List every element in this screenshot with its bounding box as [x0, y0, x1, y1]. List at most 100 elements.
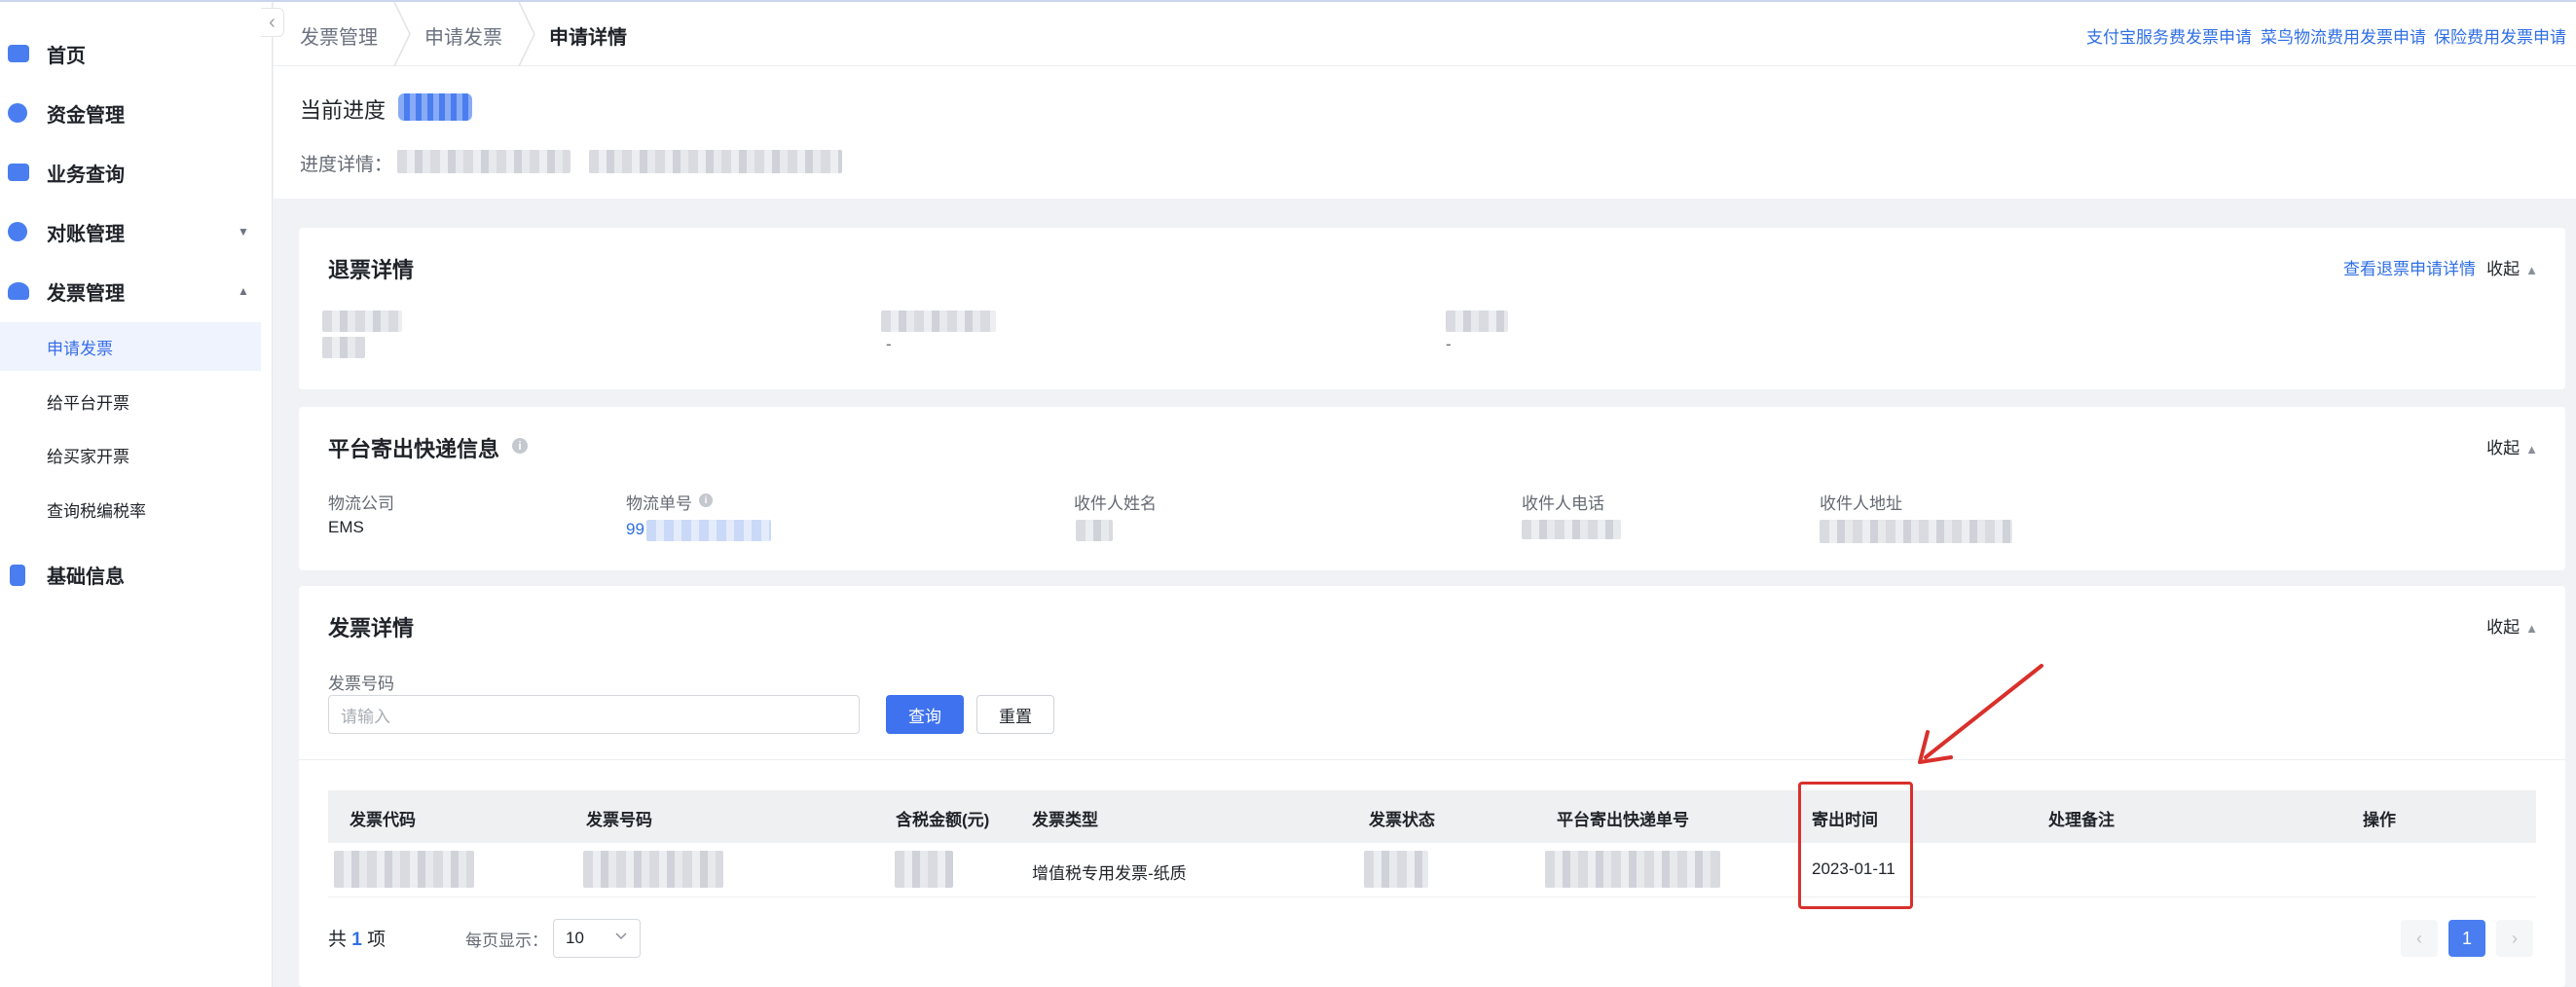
shipping-collapse-toggle[interactable]: 收起 ▲ — [2486, 434, 2538, 458]
total-suffix: 项 — [367, 930, 386, 950]
logistics-company-value: EMS — [328, 518, 364, 536]
breadcrumb-separator — [517, 1, 536, 67]
sidebar-item-label: 对账管理 — [47, 223, 125, 245]
chevron-left-icon: ‹ — [269, 11, 276, 33]
chevron-down-icon: ▼ — [238, 225, 249, 238]
page-1-button[interactable]: 1 — [2448, 920, 2485, 957]
invoice-number-label: 发票号码 — [328, 675, 394, 693]
alipay-invoice-link[interactable]: 支付宝服务费发票申请 — [2086, 23, 2252, 48]
per-page-select[interactable]: 10 — [553, 919, 641, 958]
basic-info-icon — [10, 565, 25, 586]
invoice-icon — [8, 282, 29, 300]
sidebar-subitem-buyer-invoice[interactable]: 给买家开票 — [0, 430, 261, 479]
breadcrumb-current: 申请详情 — [549, 27, 627, 49]
column-actions: 操作 — [2363, 811, 2396, 829]
sidebar-subitem-apply-invoice[interactable]: 申请发票 — [0, 322, 261, 371]
form-divider — [299, 759, 2565, 760]
view-refund-detail-link[interactable]: 查看退票申请详情 — [2343, 255, 2476, 279]
redacted-amount — [895, 851, 953, 888]
sidebar-subitem-platform-invoice[interactable]: 给平台开票 — [0, 377, 261, 425]
sidebar-subitem-label: 给买家开票 — [47, 447, 129, 466]
info-icon[interactable]: i — [699, 494, 713, 507]
reset-button[interactable]: 重置 — [976, 695, 1054, 734]
breadcrumb-separator — [392, 1, 412, 67]
redacted-tracking-number — [1545, 851, 1720, 888]
redacted-recipient-name — [1076, 520, 1113, 541]
money-icon — [8, 103, 27, 123]
next-page-button[interactable]: › — [2496, 920, 2533, 957]
redacted-invoice-number — [583, 851, 723, 888]
collapse-label: 收起 — [2486, 260, 2521, 278]
annotation-highlight-box — [1798, 782, 1913, 909]
refund-detail-card: 退票详情 查看退票申请详情 收起 ▲ - - — [299, 228, 2565, 389]
page-header: 发票管理 申请发票 申请详情 支付宝服务费发票申请 菜鸟物流费用发票申请 保险费… — [274, 1, 2576, 67]
sidebar-subitem-label: 给平台开票 — [47, 393, 129, 413]
sidebar-item-invoice[interactable]: 发票管理 ▲ — [0, 274, 261, 308]
collapse-label: 收起 — [2486, 618, 2521, 637]
redacted-field-label — [1446, 311, 1508, 332]
chevron-down-icon — [615, 932, 627, 940]
previous-page-button[interactable]: ‹ — [2401, 920, 2438, 957]
breadcrumb-invoice-management[interactable]: 发票管理 — [300, 21, 378, 50]
shipping-card-title: 平台寄出快递信息 — [328, 437, 500, 461]
total-count: 1 — [351, 930, 362, 950]
chevron-up-icon: ▲ — [238, 284, 249, 298]
sidebar-collapse-button[interactable]: ‹ — [261, 8, 284, 37]
recipient-name-label: 收件人姓名 — [1074, 494, 1157, 513]
sidebar-subitem-label: 申请发票 — [47, 339, 113, 358]
per-page-label: 每页显示： — [465, 932, 548, 950]
redacted-field-label — [322, 311, 402, 332]
redacted-progress-detail — [397, 150, 570, 173]
column-invoice-number: 发票号码 — [586, 811, 652, 829]
sidebar-item-label: 首页 — [47, 45, 86, 67]
sidebar-item-business-query[interactable]: 业务查询 — [0, 156, 261, 189]
progress-section: 当前进度 进度详情： — [274, 66, 2576, 199]
invoice-collapse-toggle[interactable]: 收起 ▲ — [2486, 613, 2538, 638]
sidebar-item-reconcile[interactable]: 对账管理 ▼ — [0, 215, 261, 248]
sidebar-subitem-tax-rate[interactable]: 查询税编税率 — [0, 485, 261, 533]
column-invoice-code: 发票代码 — [350, 811, 416, 829]
sidebar: 首页 资金管理 业务查询 对账管理 ▼ 发票管理 ▲ 申请发票 给平台开票 给买… — [0, 2, 273, 987]
sidebar-item-label: 业务查询 — [47, 164, 125, 186]
redacted-tracking-number — [646, 520, 771, 541]
logistics-company-label: 物流公司 — [328, 494, 394, 513]
tracking-number-label: 物流单号 — [626, 494, 692, 513]
total-prefix: 共 — [328, 930, 348, 950]
home-icon — [8, 45, 29, 62]
sidebar-item-funds[interactable]: 资金管理 — [0, 96, 261, 129]
empty-field-value: - — [1446, 335, 1452, 353]
empty-field-value: - — [886, 335, 892, 353]
chevron-up-icon: ▲ — [2525, 263, 2538, 277]
redacted-invoice-status — [1364, 851, 1428, 888]
redacted-invoice-code — [334, 851, 474, 888]
table-row: 增值税专用发票-纸质 2023-01-11 — [328, 843, 2536, 897]
tracking-number-link[interactable]: 99 — [626, 520, 644, 539]
invoice-card-title: 发票详情 — [328, 616, 415, 640]
annotation-arrow-icon — [1918, 664, 2043, 764]
column-tracking-number: 平台寄出快递单号 — [1557, 811, 1689, 829]
folder-icon — [8, 164, 29, 181]
refund-collapse-toggle[interactable]: 收起 ▲ — [2486, 255, 2538, 279]
invoice-number-input[interactable]: 请输入 — [328, 695, 860, 734]
column-invoice-status: 发票状态 — [1369, 811, 1435, 829]
insurance-invoice-link[interactable]: 保险费用发票申请 — [2434, 23, 2566, 48]
query-button[interactable]: 查询 — [886, 695, 964, 734]
sidebar-item-label: 发票管理 — [47, 282, 125, 305]
pagination-total: 共 1 项 — [328, 925, 386, 951]
per-page-value: 10 — [566, 929, 584, 947]
breadcrumb-apply-invoice[interactable]: 申请发票 — [424, 21, 502, 50]
sidebar-item-label: 资金管理 — [47, 104, 125, 127]
progress-title: 当前进度 — [300, 98, 386, 123]
progress-status-badge — [398, 93, 472, 121]
sidebar-item-home[interactable]: 首页 — [0, 37, 261, 70]
column-remarks: 处理备注 — [2048, 811, 2115, 829]
redacted-field-value — [322, 337, 365, 358]
sidebar-item-basic-info[interactable]: 基础信息 — [0, 558, 261, 591]
invoice-type-cell: 增值税专用发票-纸质 — [1032, 864, 1187, 883]
reconcile-icon — [8, 222, 27, 241]
cainiao-invoice-link[interactable]: 菜鸟物流费用发票申请 — [2261, 23, 2426, 48]
recipient-address-label: 收件人地址 — [1820, 494, 1902, 513]
table-header: 发票代码 发票号码 含税金额(元) 发票类型 发票状态 平台寄出快递单号 寄出时… — [328, 790, 2536, 843]
info-icon[interactable]: i — [512, 438, 528, 454]
redacted-field-label — [881, 311, 996, 332]
